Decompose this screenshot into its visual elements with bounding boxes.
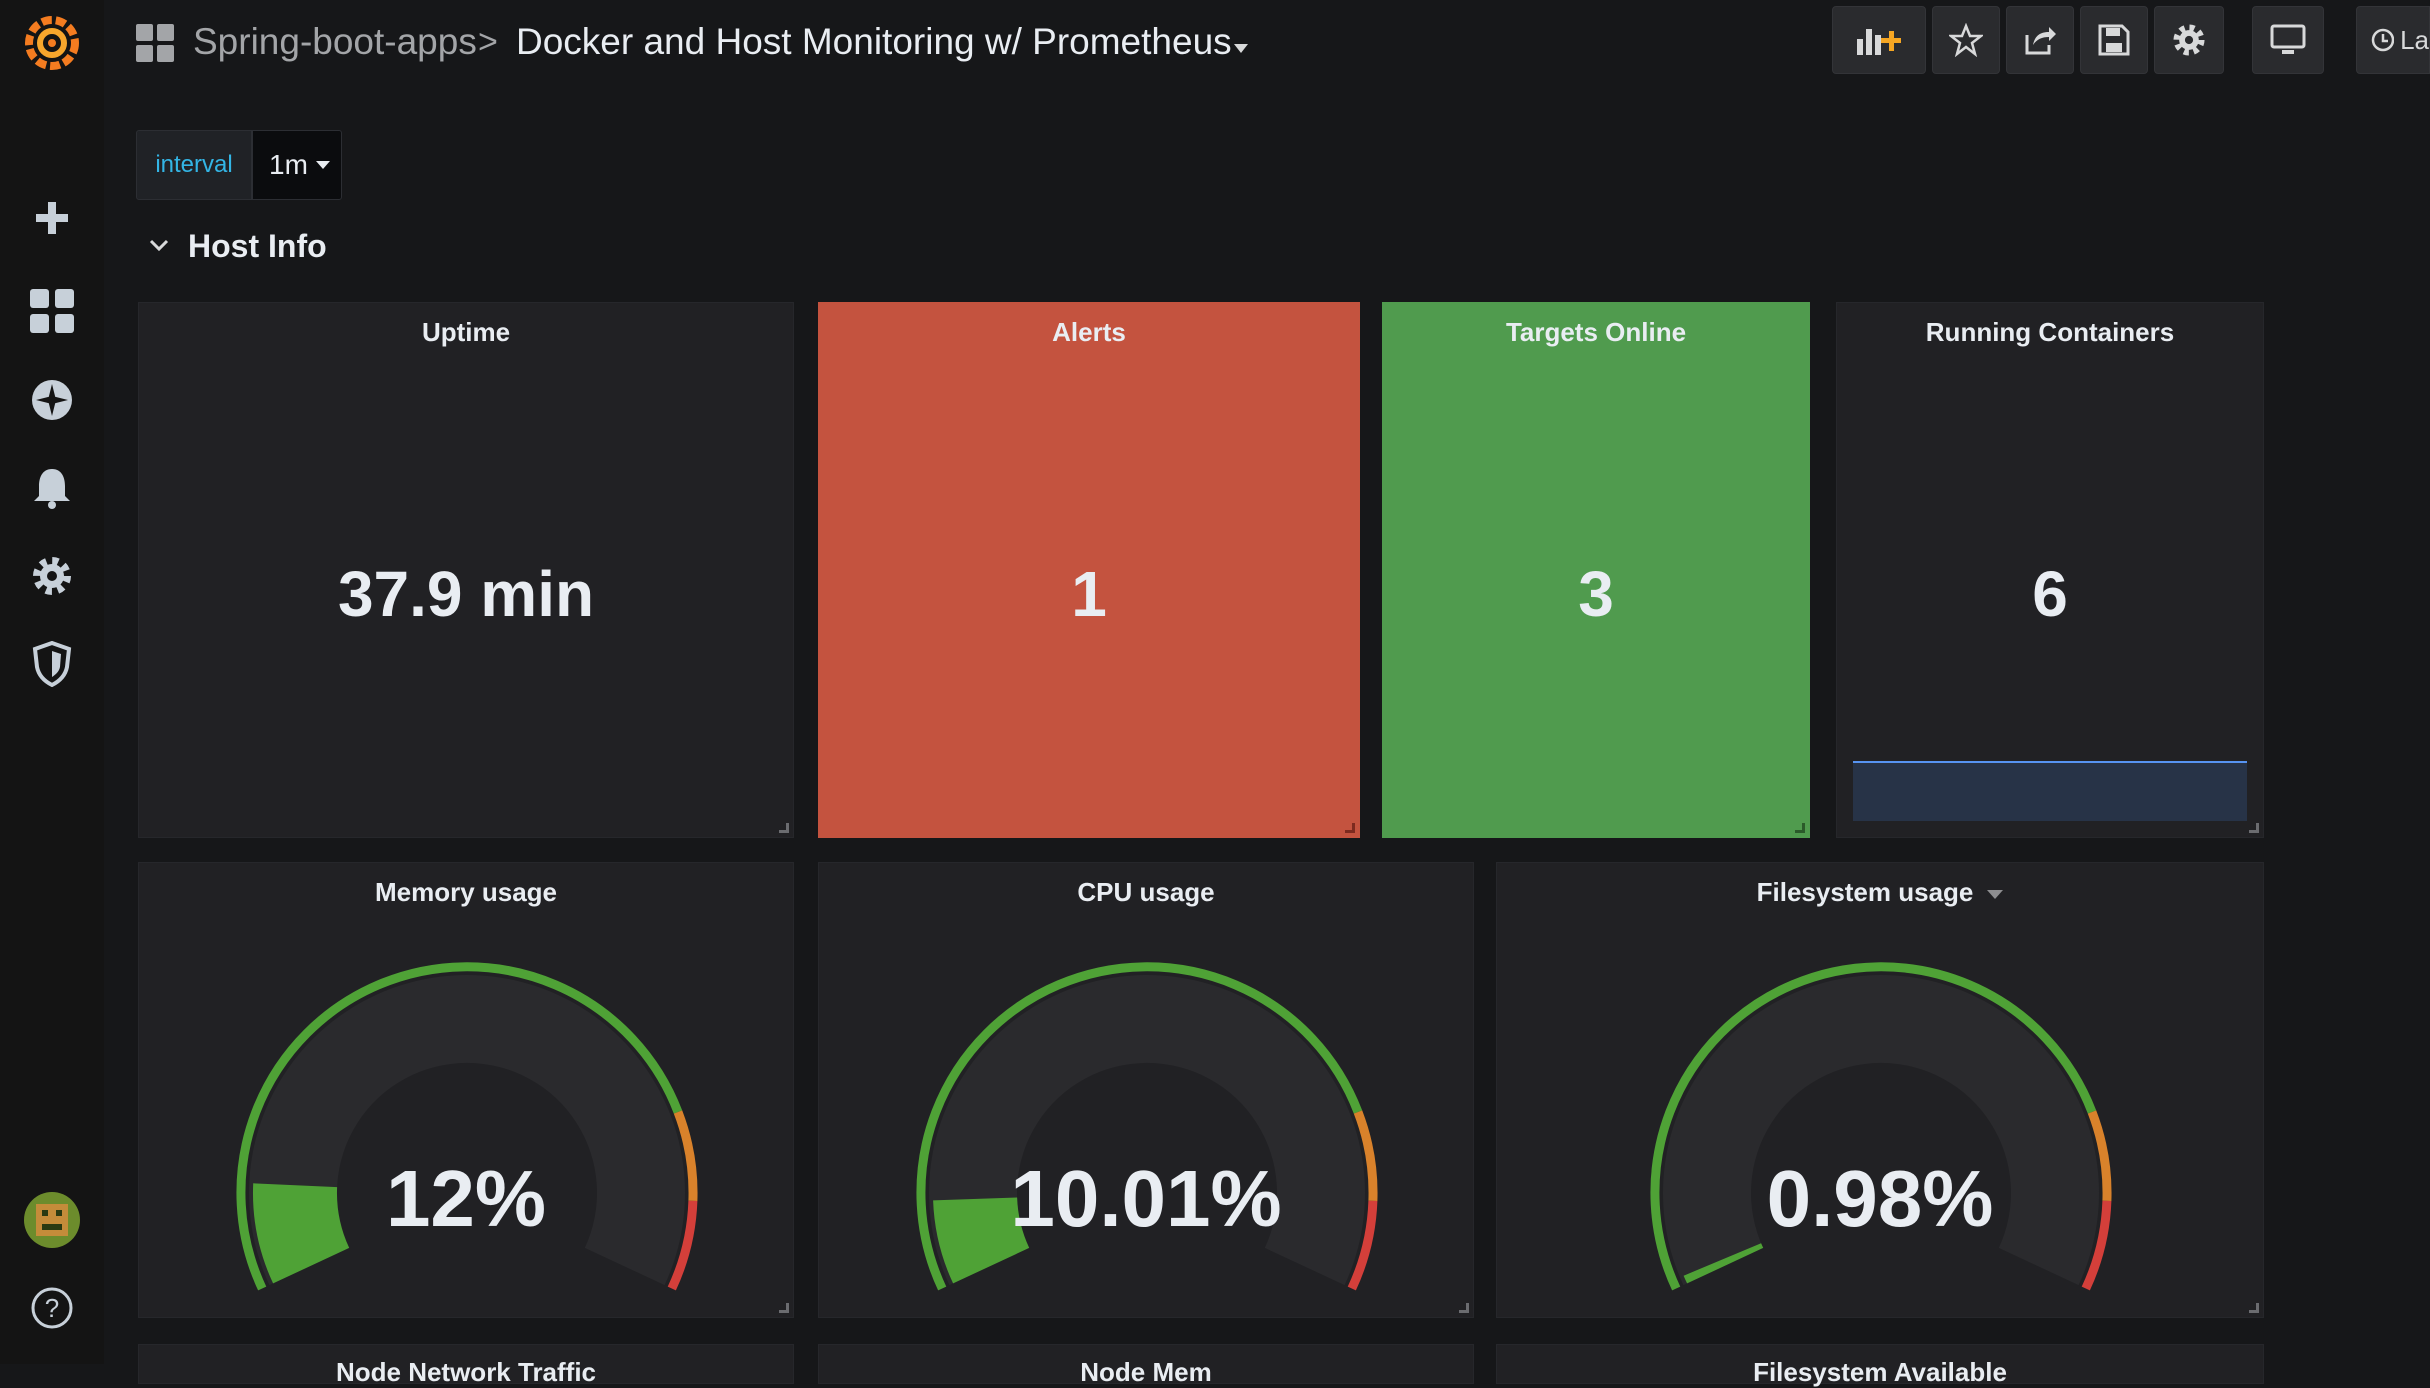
configuration-gear-icon[interactable] xyxy=(0,536,104,616)
explore-icon[interactable] xyxy=(0,360,104,440)
panel-filesystem-available: Filesystem Available xyxy=(1496,1344,2264,1387)
side-menu: ? xyxy=(0,0,104,1364)
gauge-value: 10.01% xyxy=(1010,1154,1282,1243)
resize-handle[interactable] xyxy=(779,1303,789,1313)
grafana-logo-icon[interactable] xyxy=(0,0,104,84)
add-panel-icon xyxy=(1857,29,1901,55)
stat-value: 3 xyxy=(1578,558,1614,630)
resize-handle[interactable] xyxy=(1795,823,1805,833)
panel-cpu-usage: CPU usage 10.01% xyxy=(818,862,1474,1318)
breadcrumb-separator: > xyxy=(478,23,498,61)
caret-down-icon xyxy=(315,161,330,169)
user-avatar[interactable] xyxy=(0,1180,104,1260)
time-range-label: La xyxy=(2400,24,2429,55)
memory-gauge xyxy=(236,962,698,1291)
time-picker-button[interactable]: La xyxy=(2356,6,2430,74)
star-icon xyxy=(1949,23,1983,57)
panel-title[interactable]: Node Network Traffic xyxy=(139,1357,793,1388)
stat-value: 37.9 min xyxy=(337,558,595,630)
create-icon[interactable] xyxy=(0,178,104,258)
panel-title[interactable]: Filesystem usage xyxy=(1497,877,2263,908)
monitor-icon xyxy=(2270,24,2306,54)
interval-variable-label: interval xyxy=(136,130,252,200)
panel-uptime: Uptime 37.9 min xyxy=(138,302,794,838)
alerting-bell-icon[interactable] xyxy=(0,448,104,528)
panel-memory-usage: Memory usage 12% xyxy=(138,862,794,1318)
panel-node-network-traffic: Node Network Traffic xyxy=(138,1344,794,1387)
caret-down-icon[interactable] xyxy=(1987,889,2004,899)
save-icon xyxy=(2098,24,2130,56)
panel-targets-online: Targets Online 3 xyxy=(1382,302,1810,838)
server-admin-shield-icon[interactable] xyxy=(0,624,104,704)
panel-title[interactable]: CPU usage xyxy=(819,877,1473,908)
svg-text:?: ? xyxy=(45,1293,59,1323)
gauge-value: 12% xyxy=(385,1154,547,1243)
resize-handle[interactable] xyxy=(2249,823,2259,833)
tv-mode-button[interactable] xyxy=(2252,6,2324,74)
dashboards-icon[interactable] xyxy=(0,271,104,351)
breadcrumb-folder-link[interactable]: Spring-boot-apps xyxy=(193,20,477,64)
save-button[interactable] xyxy=(2080,6,2148,74)
interval-value: 1m xyxy=(269,149,308,180)
panel-title[interactable]: Memory usage xyxy=(139,877,793,908)
panel-title[interactable]: Node Mem xyxy=(819,1357,1473,1388)
add-panel-button[interactable] xyxy=(1832,6,1926,74)
star-button[interactable] xyxy=(1932,6,2000,74)
dashboard-grid-icon xyxy=(136,24,174,67)
stat-value: 1 xyxy=(1071,558,1107,630)
panel-alerts: Alerts 1 xyxy=(818,302,1360,838)
panel-title[interactable]: Targets Online xyxy=(1383,317,1809,348)
resize-handle[interactable] xyxy=(1345,823,1355,833)
panel-filesystem-usage: Filesystem usage 0.98% xyxy=(1496,862,2264,1318)
share-icon xyxy=(2025,27,2056,55)
cpu-gauge xyxy=(916,962,1378,1291)
dashboard-settings-button[interactable] xyxy=(2154,6,2224,74)
panel-title[interactable]: Uptime xyxy=(139,317,793,348)
stat-value: 6 xyxy=(2032,558,2068,630)
panel-running-containers: Running Containers 6 xyxy=(1836,302,2264,838)
resize-handle[interactable] xyxy=(2249,1303,2259,1313)
panel-title[interactable]: Filesystem Available xyxy=(1497,1357,2263,1388)
gauge-value: 0.98% xyxy=(1766,1154,1994,1243)
clock-icon xyxy=(2371,28,2395,52)
help-icon[interactable]: ? xyxy=(0,1268,104,1348)
gear-icon xyxy=(2173,24,2205,56)
resize-handle[interactable] xyxy=(779,823,789,833)
chevron-down-icon[interactable] xyxy=(148,238,170,259)
sparkline xyxy=(1853,761,2247,821)
dashboard-title[interactable]: Docker and Host Monitoring w/ Prometheus xyxy=(516,20,1232,64)
share-button[interactable] xyxy=(2006,6,2074,74)
row-title-host-info[interactable]: Host Info xyxy=(188,228,327,265)
resize-handle[interactable] xyxy=(1459,1303,1469,1313)
interval-variable-select[interactable]: 1m xyxy=(252,130,342,200)
filesystem-gauge xyxy=(1650,962,2112,1291)
panel-node-mem: Node Mem xyxy=(818,1344,1474,1387)
panel-title-text: Filesystem usage xyxy=(1756,877,1974,907)
panel-title[interactable]: Alerts xyxy=(819,317,1359,348)
panel-title[interactable]: Running Containers xyxy=(1837,317,2263,348)
chevron-down-icon[interactable] xyxy=(1234,44,1248,53)
